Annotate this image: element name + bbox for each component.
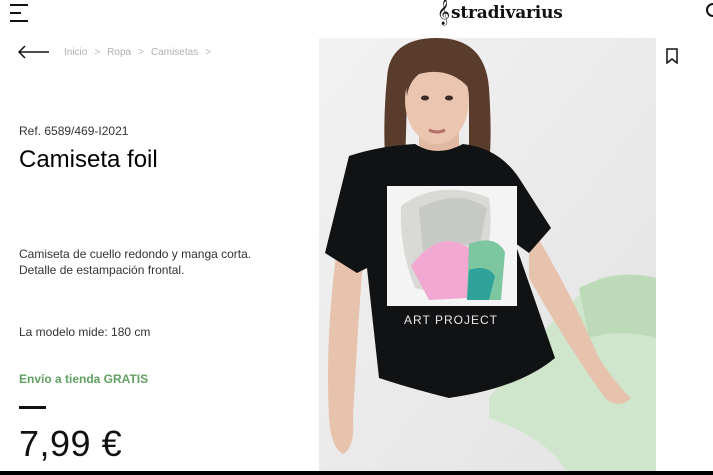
product-title: Camiseta foil (19, 146, 158, 173)
price-divider (19, 406, 46, 409)
logo-clef: 𝄞 (437, 0, 451, 25)
product-price: 7,99 € (19, 423, 123, 464)
breadcrumb-separator: > (138, 47, 144, 58)
search-icon[interactable] (706, 3, 713, 17)
arrow-left-icon[interactable] (18, 45, 50, 59)
breadcrumb: Inicio > Ropa > Camisetas > (64, 47, 218, 58)
breadcrumb-separator: > (205, 47, 212, 58)
hamburger-menu-icon[interactable] (10, 4, 30, 22)
breadcrumb-item-inicio[interactable]: Inicio (64, 47, 87, 58)
shipping-info: Envío a tienda GRATIS (19, 372, 149, 386)
breadcrumb-item-camisetas[interactable]: Camisetas (151, 47, 198, 58)
product-reference: Ref. 6589/469-I2021 (19, 124, 129, 138)
bottom-bar (0, 471, 713, 475)
bookmark-icon[interactable] (665, 48, 679, 65)
breadcrumb-item-ropa[interactable]: Ropa (107, 47, 131, 58)
breadcrumb-separator: > (94, 47, 101, 58)
shirt-print-text: ART PROJECT (404, 313, 498, 327)
brand-logo[interactable]: 𝄞 stradivarius (437, 0, 563, 26)
product-image[interactable]: ART PROJECT (319, 38, 656, 475)
product-description: Camiseta de cuello redondo y manga corta… (19, 247, 252, 277)
model-height-info: La modelo mide: 180 cm (19, 325, 151, 339)
logo-wordmark: stradivarius (451, 3, 563, 23)
